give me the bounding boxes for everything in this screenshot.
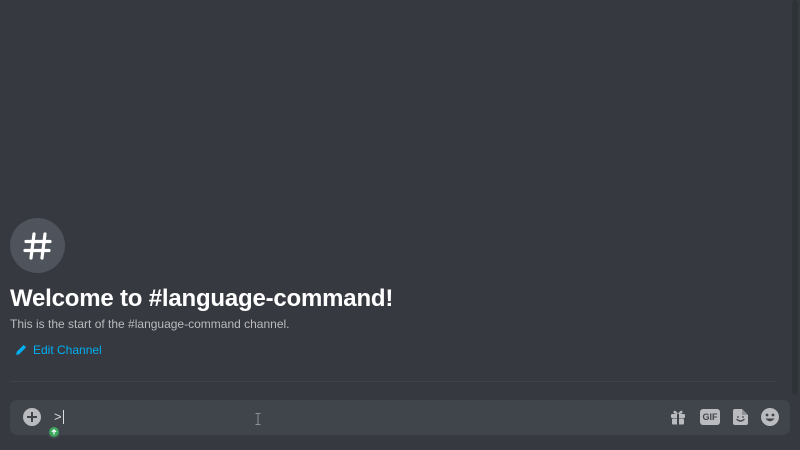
welcome-subtitle: This is the start of the #language-comma… <box>10 317 290 331</box>
welcome-title: Welcome to #language-command! <box>10 285 394 312</box>
gift-button[interactable] <box>668 407 688 427</box>
message-input[interactable]: > <box>54 408 64 426</box>
attach-button[interactable] <box>23 408 61 439</box>
emoji-button[interactable] <box>760 407 780 427</box>
sticker-button[interactable] <box>730 407 750 427</box>
emoji-icon <box>761 408 779 426</box>
edit-channel-link[interactable]: Edit Channel <box>10 343 102 357</box>
edit-channel-label: Edit Channel <box>33 343 102 357</box>
chat-view: Welcome to #language-command! This is th… <box>0 0 800 450</box>
hashtag-icon <box>22 231 52 260</box>
gift-icon <box>671 410 685 425</box>
message-input-text: > <box>54 409 62 424</box>
ibeam-cursor-icon <box>255 413 261 425</box>
channel-avatar <box>10 218 65 273</box>
scrollbar[interactable] <box>792 0 798 395</box>
gif-button[interactable]: GIF <box>700 407 720 427</box>
divider <box>10 381 776 382</box>
channel-welcome: Welcome to #language-command! This is th… <box>10 218 770 360</box>
pencil-icon <box>16 344 27 355</box>
text-caret <box>62 410 64 424</box>
message-composer: > GIF <box>10 400 790 439</box>
gif-label: GIF <box>700 409 720 425</box>
sticker-icon <box>733 409 748 425</box>
badge-icon <box>47 425 61 439</box>
